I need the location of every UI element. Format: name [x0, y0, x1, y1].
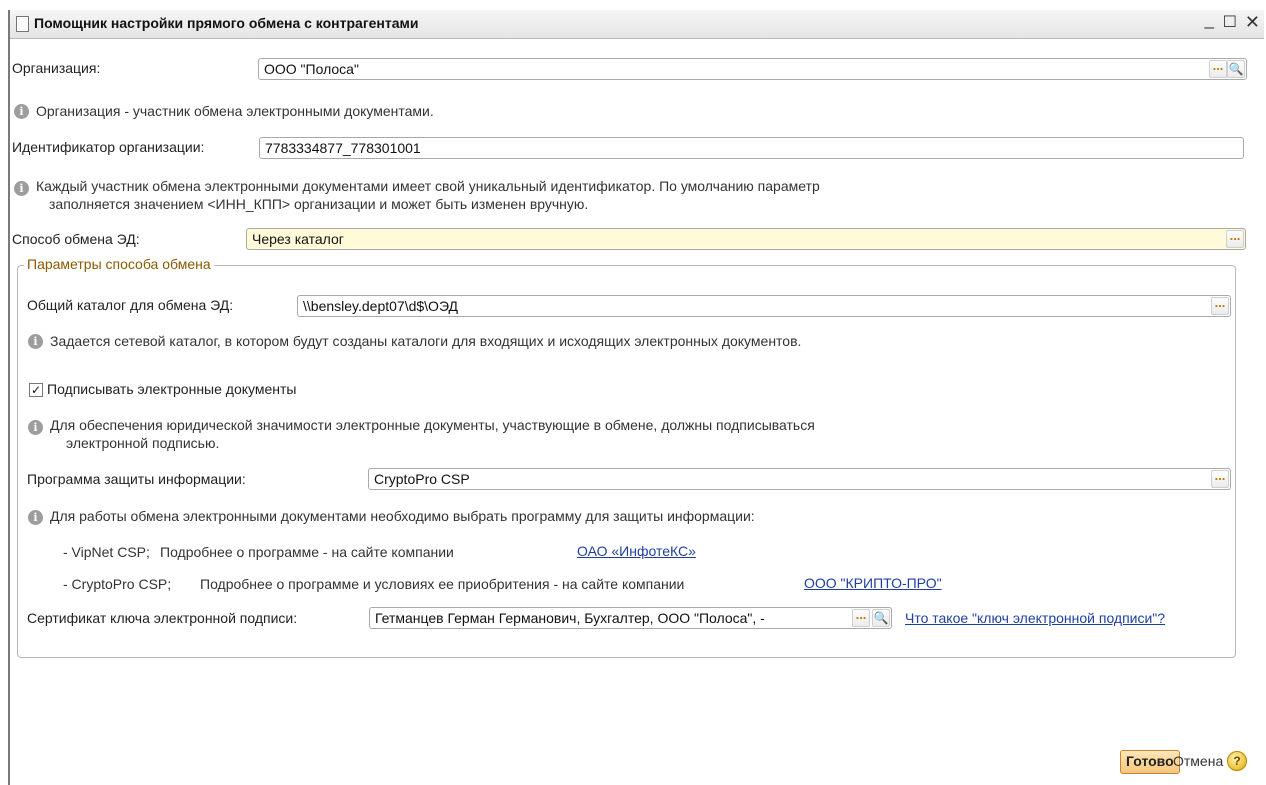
organization-label: Организация:	[12, 60, 101, 76]
exchange-params-legend: Параметры способа обмена	[24, 256, 214, 272]
cryptopro-text: Подробнее о программе и условиях ее прио…	[200, 576, 685, 592]
certificate-select-button[interactable]: ...	[852, 608, 870, 627]
maximize-button[interactable]: ☐	[1223, 12, 1237, 32]
sign-info-line1: Для обеспечения юридической значимости э…	[50, 417, 815, 433]
window-title: Помощник настройки прямого обмена с конт…	[34, 15, 419, 31]
org-id-info-line1: Каждый участник обмена электронными доку…	[36, 178, 820, 194]
window-document-icon	[16, 16, 29, 32]
cancel-button[interactable]: Отмена	[1173, 753, 1223, 769]
organization-field[interactable]: ООО "Полоса" ... 🔍	[258, 58, 1247, 80]
certificate-field[interactable]: Гетманцев Герман Германович, Бухгалтер, …	[369, 607, 892, 629]
info-icon: i	[28, 510, 43, 525]
catalog-info-text: Задается сетевой каталог, в котором буду…	[50, 333, 802, 349]
exchange-method-field[interactable]: Через каталог ...	[246, 228, 1246, 250]
protection-info-text: Для работы обмена электронными документа…	[50, 508, 755, 524]
signature-key-help-link[interactable]: Что такое "ключ электронной подписи"?	[905, 610, 1165, 626]
org-id-label: Идентификатор организации:	[12, 139, 205, 155]
help-icon[interactable]: ?	[1227, 751, 1247, 771]
cryptopro-link[interactable]: ООО "КРИПТО-ПРО"	[804, 575, 942, 591]
close-button[interactable]: ✕	[1245, 12, 1260, 33]
org-id-value: 7783334877_778301001	[265, 140, 421, 156]
info-icon: i	[14, 181, 29, 196]
organization-search-icon[interactable]: 🔍	[1227, 60, 1245, 78]
certificate-value: Гетманцев Герман Германович, Бухгалтер, …	[375, 610, 765, 626]
info-icon: i	[28, 420, 43, 435]
protection-field[interactable]: CryptoPro CSP ...	[368, 468, 1231, 490]
cryptopro-prefix: - CryptoPro CSP;	[63, 576, 172, 592]
done-button[interactable]: Готово	[1120, 750, 1180, 774]
info-icon: i	[28, 334, 43, 349]
sign-info-line2: электронной подписью.	[66, 435, 220, 451]
catalog-select-button[interactable]: ...	[1211, 296, 1229, 315]
exchange-method-label: Способ обмена ЭД:	[12, 231, 140, 247]
catalog-field[interactable]: \\bensley.dept07\d$\ОЭД ...	[297, 295, 1231, 317]
info-icon: i	[14, 104, 29, 119]
vipnet-prefix: - VipNet CSP;	[63, 544, 150, 560]
minimize-button[interactable]: _	[1205, 10, 1214, 30]
exchange-method-select-button[interactable]: ...	[1226, 229, 1244, 248]
org-id-info-line2: заполняется значением <ИНН_КПП> организа…	[49, 196, 589, 212]
organization-select-button[interactable]: ...	[1209, 59, 1227, 78]
catalog-label: Общий каталог для обмена ЭД:	[27, 297, 234, 313]
certificate-search-icon[interactable]: 🔍	[872, 609, 890, 627]
organization-info-text: Организация - участник обмена электронны…	[36, 103, 434, 119]
exchange-method-value: Через каталог	[252, 231, 344, 247]
sign-documents-label[interactable]: Подписывать электронные документы	[47, 381, 296, 397]
organization-value: ООО "Полоса"	[264, 61, 359, 77]
protection-select-button[interactable]: ...	[1211, 469, 1229, 488]
catalog-value: \\bensley.dept07\d$\ОЭД	[303, 298, 459, 314]
certificate-label: Сертификат ключа электронной подписи:	[27, 610, 298, 626]
exchange-params-group	[17, 265, 1236, 658]
org-id-input[interactable]: 7783334877_778301001	[259, 137, 1244, 159]
vipnet-text: Подробнее о программе - на сайте компани…	[160, 544, 454, 560]
protection-label: Программа защиты информации:	[27, 471, 246, 487]
sign-documents-checkbox[interactable]: ✓	[29, 383, 43, 397]
title-bar[interactable]: Помощник настройки прямого обмена с конт…	[10, 10, 1264, 39]
protection-value: CryptoPro CSP	[374, 471, 470, 487]
vipnet-link[interactable]: ОАО «ИнфотеКС»	[577, 543, 696, 559]
